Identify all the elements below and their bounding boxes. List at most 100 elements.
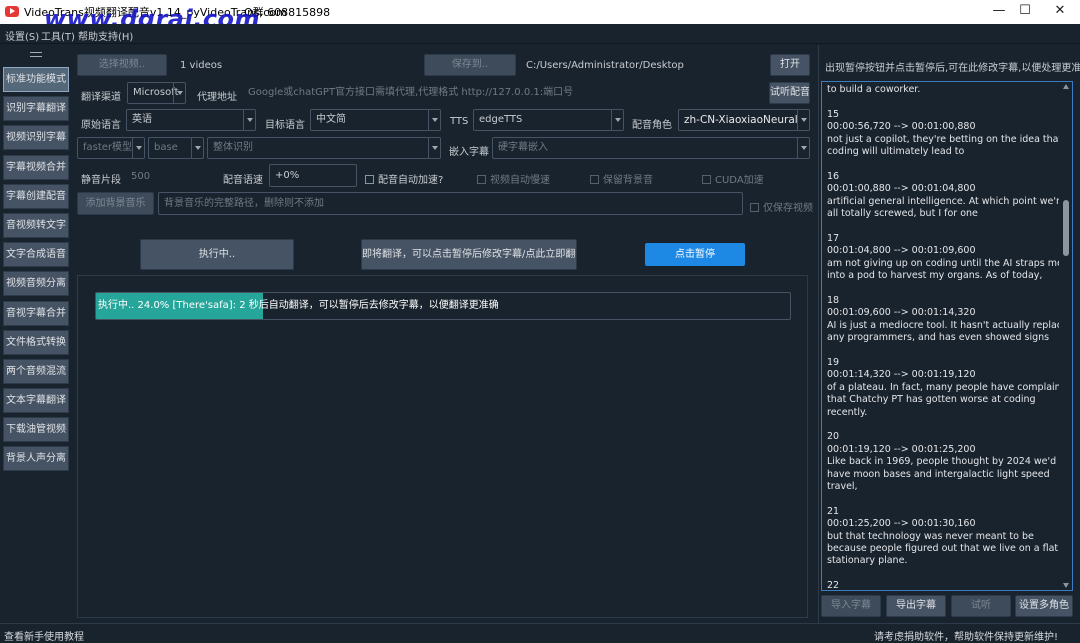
proxy-label: 代理地址 bbox=[197, 92, 237, 103]
chevron-down-icon bbox=[243, 110, 255, 130]
tts-label: TTS bbox=[450, 116, 469, 127]
listen-button[interactable]: 试听 bbox=[951, 595, 1011, 617]
sidebar-item-av-separate[interactable]: 视频音频分离 bbox=[3, 271, 69, 296]
subtitle-line: 17 bbox=[827, 232, 840, 244]
sidebar-item-recognize-translate[interactable]: 识别字幕翻译 bbox=[3, 96, 69, 121]
dub-speed-label: 配音语速 bbox=[223, 175, 263, 186]
subtitle-line: 15 bbox=[827, 108, 840, 120]
sidebar-item-text-translate[interactable]: 文本字幕翻译 bbox=[3, 388, 69, 413]
subtitle-line: artificial general intelligence. At whic… bbox=[827, 195, 1059, 207]
target-language-value: 中文简 bbox=[316, 114, 346, 125]
subtitle-line bbox=[827, 283, 1059, 295]
subtitle-line: have moon bases and intergalactic light … bbox=[827, 468, 1050, 480]
open-folder-button[interactable]: 打开 bbox=[770, 54, 810, 76]
add-bgm-button[interactable]: 添加背景音乐 bbox=[77, 192, 154, 215]
chevron-down-icon bbox=[191, 138, 203, 158]
silence-label: 静音片段 bbox=[81, 175, 121, 186]
subtitle-line: that Chatchy PT has gotten worse at codi… bbox=[827, 394, 1036, 406]
maximize-button[interactable]: ☐ bbox=[1005, 0, 1045, 24]
sidebar-item-text-to-speech[interactable]: 文字合成语音 bbox=[3, 242, 69, 267]
dub-speed-input[interactable]: +0% bbox=[269, 164, 357, 187]
model-type-select[interactable]: faster模型 bbox=[77, 137, 145, 159]
menu-help[interactable]: 帮助支持(H) bbox=[78, 28, 133, 43]
source-language-select[interactable]: 英语 bbox=[126, 109, 256, 131]
tts-select[interactable]: edgeTTS bbox=[473, 109, 624, 131]
sidebar-item-youtube-download[interactable]: 下载油管视频 bbox=[3, 417, 69, 442]
subtitle-line: 18 bbox=[827, 294, 840, 306]
sidebar-item-format-convert[interactable]: 文件格式转换 bbox=[3, 330, 69, 355]
translate-channel-value: Microsoft bbox=[133, 87, 179, 98]
embed-subtitle-value: 硬字幕嵌入 bbox=[498, 142, 548, 153]
bgm-path-input[interactable]: 背景音乐的完整路径，删除则不添加 bbox=[158, 192, 743, 215]
subtitle-line bbox=[827, 220, 1059, 232]
sidebar-item-av-to-text[interactable]: 音视频转文字 bbox=[3, 213, 69, 238]
scroll-down-icon[interactable] bbox=[1063, 583, 1069, 588]
test-dubbing-button[interactable]: 试听配音 bbox=[769, 82, 810, 104]
subtitle-line: travel, bbox=[827, 481, 858, 492]
subtitle-line bbox=[827, 568, 1059, 580]
subtitle-line: 20 bbox=[827, 431, 840, 443]
scroll-thumb[interactable] bbox=[1063, 200, 1069, 256]
model-select[interactable]: base bbox=[148, 137, 204, 159]
close-button[interactable]: ✕ bbox=[1040, 0, 1080, 24]
subtitle-scrollbar[interactable] bbox=[1062, 84, 1070, 588]
sidebar-item-audio-mix[interactable]: 两个音频混流 bbox=[3, 359, 69, 384]
export-subtitle-button[interactable]: 导出字幕 bbox=[886, 595, 946, 617]
subtitle-editor[interactable]: to build a coworker. 15 00:00:56,720 --> … bbox=[821, 81, 1073, 591]
save-to-button[interactable]: 保存到.. bbox=[424, 54, 516, 76]
proxy-input[interactable]: Google或chatGPT官方接口需填代理,代理格式 http://127.0… bbox=[242, 82, 764, 104]
tutorial-link[interactable]: 查看新手使用教程 bbox=[4, 628, 84, 643]
tts-value: edgeTTS bbox=[479, 114, 523, 125]
voice-role-value: zh-CN-XiaoxiaoNeural bbox=[684, 114, 798, 126]
subtitle-line bbox=[827, 96, 1059, 108]
import-subtitle-button[interactable]: 导入字幕 bbox=[821, 595, 881, 617]
video-slowdown-checkbox[interactable]: 视频自动慢速 bbox=[477, 171, 550, 186]
dock-handle-icon[interactable] bbox=[30, 52, 42, 57]
subtitle-line: 00:01:25,200 --> 00:01:30,160 bbox=[827, 518, 976, 530]
chevron-down-icon bbox=[428, 110, 440, 130]
sidebar-item-av-subtitle-merge[interactable]: 音视字幕合并 bbox=[3, 301, 69, 326]
sidebar-item-standard-mode[interactable]: 标准功能模式 bbox=[3, 67, 69, 92]
target-language-select[interactable]: 中文简 bbox=[310, 109, 441, 131]
checkbox-icon bbox=[750, 203, 759, 212]
pause-button[interactable]: 点击暂停 bbox=[645, 243, 745, 266]
silence-value[interactable]: 500 bbox=[131, 171, 150, 182]
chevron-down-icon bbox=[797, 138, 809, 158]
subtitle-line: into a pod to harvest my organs. As of t… bbox=[827, 270, 1043, 282]
youtube-play-icon bbox=[5, 6, 19, 17]
recognition-mode-select[interactable]: 整体识别 bbox=[207, 137, 441, 159]
voice-role-label: 配音角色 bbox=[632, 120, 672, 131]
select-video-button[interactable]: 选择视频.. bbox=[77, 54, 167, 76]
sidebar-item-subtitle-video-merge[interactable]: 字幕视频合并 bbox=[3, 155, 69, 180]
sidebar-item-subtitle-dubbing[interactable]: 字幕创建配音 bbox=[3, 184, 69, 209]
donate-link[interactable]: 请考虑捐助软件，帮助软件保持更新维护! bbox=[874, 628, 1058, 643]
keep-video-only-checkbox[interactable]: 仅保存视频 bbox=[750, 199, 813, 214]
auto-speed-checkbox[interactable]: 配音自动加速? bbox=[365, 171, 443, 186]
subtitle-line: of a plateau. In fact, many people have … bbox=[827, 381, 1059, 393]
menu-tools[interactable]: 工具(T) bbox=[41, 28, 75, 43]
voice-role-select[interactable]: zh-CN-XiaoxiaoNeural bbox=[678, 109, 810, 131]
embed-subtitle-select[interactable]: 硬字幕嵌入 bbox=[492, 137, 810, 159]
translate-now-button[interactable]: 即将翻译，可以点击暂停后修改字幕/点此立即翻译 bbox=[361, 239, 577, 270]
cuda-label: CUDA加速 bbox=[715, 175, 764, 186]
running-button[interactable]: 执行中.. bbox=[140, 239, 294, 270]
subtitle-line: all totally screwed, but I for one bbox=[827, 208, 978, 220]
checkbox-icon bbox=[702, 175, 711, 184]
keep-bg-audio-checkbox[interactable]: 保留背景音 bbox=[590, 171, 653, 186]
sidebar-item-video-recognize[interactable]: 视频识别字幕 bbox=[3, 125, 69, 150]
multi-role-button[interactable]: 设置多角色 bbox=[1015, 595, 1073, 617]
subtitle-pane: 出现暂停按钮并点击暂停后,可在此修改字幕,以便处理更准确 to build a … bbox=[818, 45, 1080, 623]
subtitle-line: to build a coworker. bbox=[827, 84, 921, 95]
subtitle-line: 22 bbox=[827, 580, 840, 591]
sidebar-item-vocal-separate[interactable]: 背景人声分离 bbox=[3, 446, 69, 471]
cuda-checkbox[interactable]: CUDA加速 bbox=[702, 171, 764, 186]
subtitle-line bbox=[827, 158, 1059, 170]
menu-settings[interactable]: 设置(S) bbox=[5, 28, 39, 43]
translate-channel-select[interactable]: Microsoft bbox=[127, 82, 186, 104]
status-bar: 查看新手使用教程 请考虑捐助软件，帮助软件保持更新维护! bbox=[0, 623, 1080, 643]
subtitle-line: AI is just a mediocre tool. It hasn't ac… bbox=[827, 319, 1059, 331]
subtitle-line: 00:00:56,720 --> 00:01:00,880 bbox=[827, 121, 976, 133]
scroll-up-icon[interactable] bbox=[1063, 84, 1069, 89]
subtitle-line: because people figured out that we live … bbox=[827, 543, 1059, 555]
subtitle-line: 00:01:00,880 --> 00:01:04,800 bbox=[827, 183, 976, 195]
